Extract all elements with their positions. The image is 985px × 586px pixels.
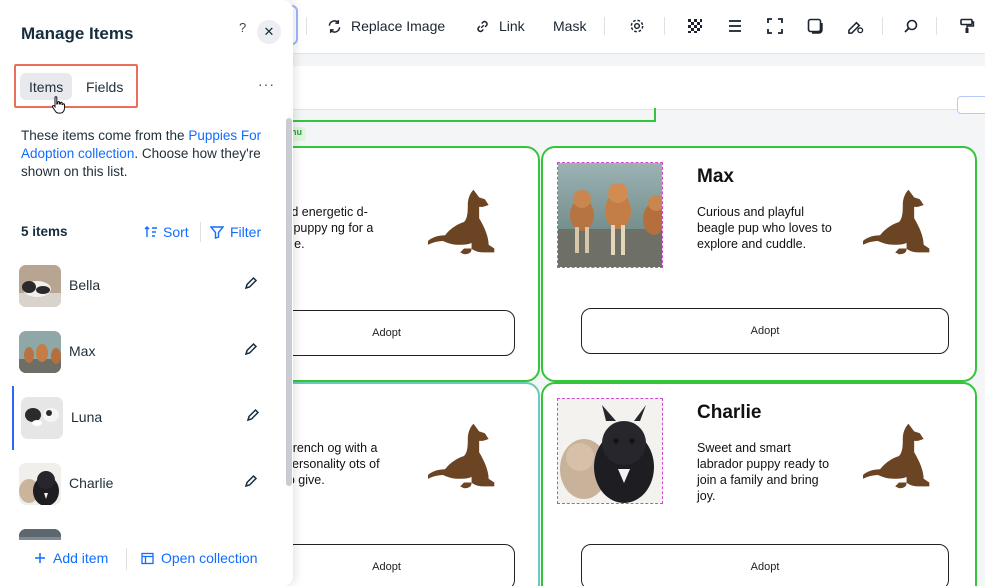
mask-label: Mask <box>553 18 587 34</box>
paint-icon[interactable] <box>956 15 978 37</box>
help-icon[interactable]: ? <box>239 20 255 38</box>
item-thumbnail <box>19 463 61 505</box>
card-description: Curious and playful beagle pup who loves… <box>697 205 832 251</box>
puppy-photo[interactable] <box>557 398 663 504</box>
add-item-label: Add item <box>53 550 109 566</box>
edit-pencil-icon[interactable] <box>244 276 258 290</box>
replace-icon <box>328 19 341 33</box>
item-thumbnail <box>19 331 61 373</box>
toolbar-divider <box>604 17 605 35</box>
pattern-icon[interactable] <box>684 15 706 37</box>
add-item-button[interactable]: Add item <box>34 550 108 566</box>
edit-pencil-icon[interactable] <box>246 408 260 422</box>
section-outline <box>280 108 656 122</box>
link-button[interactable]: Link <box>474 12 525 40</box>
list-item[interactable]: Charlie <box>12 452 280 516</box>
dog-icon <box>426 186 502 258</box>
adopt-button[interactable]: Adopt <box>581 544 949 586</box>
mask-button[interactable]: Mask <box>553 12 586 40</box>
close-icon: ✕ <box>263 24 275 39</box>
item-name: Charlie <box>69 475 114 491</box>
design-icon[interactable] <box>844 15 866 37</box>
sort-label: Sort <box>163 224 189 240</box>
tab-fields[interactable]: Fields <box>77 73 132 100</box>
card-title: Max <box>697 166 734 187</box>
list-item[interactable]: Max <box>12 320 280 384</box>
replace-image-button[interactable]: Replace Image <box>326 12 445 40</box>
item-thumbnail <box>19 265 61 307</box>
collection-info: These items come from the Puppies For Ad… <box>21 127 269 181</box>
sort-icon <box>144 226 157 237</box>
open-collection-button[interactable]: Open collection <box>141 550 258 566</box>
toolbar-divider <box>936 17 937 35</box>
replace-image-label: Replace Image <box>351 18 446 34</box>
item-thumbnail <box>21 397 63 439</box>
dog-icon <box>861 186 937 258</box>
hand-cursor-icon <box>51 96 65 114</box>
more-options-icon[interactable]: ··· <box>258 76 275 92</box>
item-name: Luna <box>71 409 103 425</box>
toolbar-divider <box>664 17 665 35</box>
adopt-button[interactable]: Adopt <box>581 308 949 354</box>
card-description: Sweet and smart labrador puppy ready to … <box>697 441 830 503</box>
crop-icon[interactable] <box>764 15 786 37</box>
edit-pencil-icon[interactable] <box>244 342 258 356</box>
info-text: These items come from the <box>21 128 185 143</box>
filter-button[interactable]: Filter <box>210 224 261 240</box>
dog-icon <box>426 420 502 492</box>
zoom-icon[interactable] <box>900 15 922 37</box>
table-icon <box>141 552 154 564</box>
link-label: Link <box>499 18 525 34</box>
puppy-card-max[interactable]: Max Curious and playful beagle pup who l… <box>541 146 977 382</box>
puppy-card-charlie[interactable]: Charlie Sweet and smart labrador puppy r… <box>541 382 977 586</box>
divider <box>126 548 127 570</box>
divider <box>200 222 201 242</box>
shadow-icon[interactable] <box>804 15 826 37</box>
close-button[interactable]: ✕ <box>257 20 281 44</box>
list-item-selected[interactable]: Luna <box>12 386 280 450</box>
dog-icon <box>861 420 937 492</box>
settings-icon[interactable] <box>626 15 648 37</box>
item-count: 5 items <box>21 224 68 239</box>
item-name: Bella <box>69 277 101 293</box>
align-icon[interactable] <box>724 15 746 37</box>
adopt-button[interactable]: Adopt <box>258 544 515 586</box>
open-collection-label: Open collection <box>161 550 258 566</box>
panel-title: Manage Items <box>21 24 134 43</box>
toolbar-divider <box>882 17 883 35</box>
canvas-handle[interactable] <box>957 96 985 114</box>
edit-pencil-icon[interactable] <box>244 474 258 488</box>
filter-label: Filter <box>230 224 262 240</box>
toolbar-divider <box>306 17 307 35</box>
filter-icon <box>210 226 224 239</box>
sort-button[interactable]: Sort <box>144 224 189 240</box>
plus-icon <box>35 553 45 563</box>
scrollbar-thumb[interactable] <box>286 118 292 486</box>
manage-items-panel: Manage Items ? ✕ Items Fields ··· These … <box>0 0 293 586</box>
card-title: Charlie <box>697 402 762 423</box>
adopt-button[interactable]: Adopt <box>258 310 515 356</box>
link-icon <box>477 20 488 32</box>
list-item[interactable]: Bella <box>12 254 280 318</box>
puppy-photo[interactable] <box>557 162 663 268</box>
item-name: Max <box>69 343 96 359</box>
